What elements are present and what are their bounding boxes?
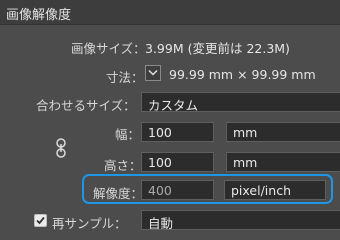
title-bar: 画像解像度 [0,0,340,25]
dimensions-value: 99.99 mm × 99.99 mm [169,67,316,82]
fit-to-label: 合わせるサイズ： [36,98,136,113]
checkmark-icon [36,216,45,225]
chevron-down-icon [148,69,158,76]
width-unit-select[interactable]: mm [226,122,340,142]
resolution-label: 解像度： [93,186,144,201]
resample-checkbox[interactable] [34,214,47,227]
height-unit-select[interactable]: mm [226,152,340,172]
image-size-label: 画像サイズ： [71,41,146,56]
dimensions-unit-toggle[interactable] [145,65,161,81]
link-icon[interactable] [55,138,67,158]
height-input[interactable]: 100 [141,152,214,172]
dimensions-label: 寸法： [106,70,144,85]
resolution-unit-select[interactable]: pixel/inch [224,180,326,200]
width-label: 幅： [115,127,141,142]
resample-method-select[interactable]: 自動 [141,210,340,230]
resolution-input[interactable]: 400 [141,180,214,200]
image-size-value: 3.99M (変更前は 22.3M) [145,41,290,56]
height-label: 高さ： [104,158,142,173]
resample-label: 再サンプル： [52,216,127,231]
fit-to-select[interactable]: カスタム [141,92,340,112]
width-input[interactable]: 100 [141,122,214,142]
window-title: 画像解像度 [6,8,72,23]
